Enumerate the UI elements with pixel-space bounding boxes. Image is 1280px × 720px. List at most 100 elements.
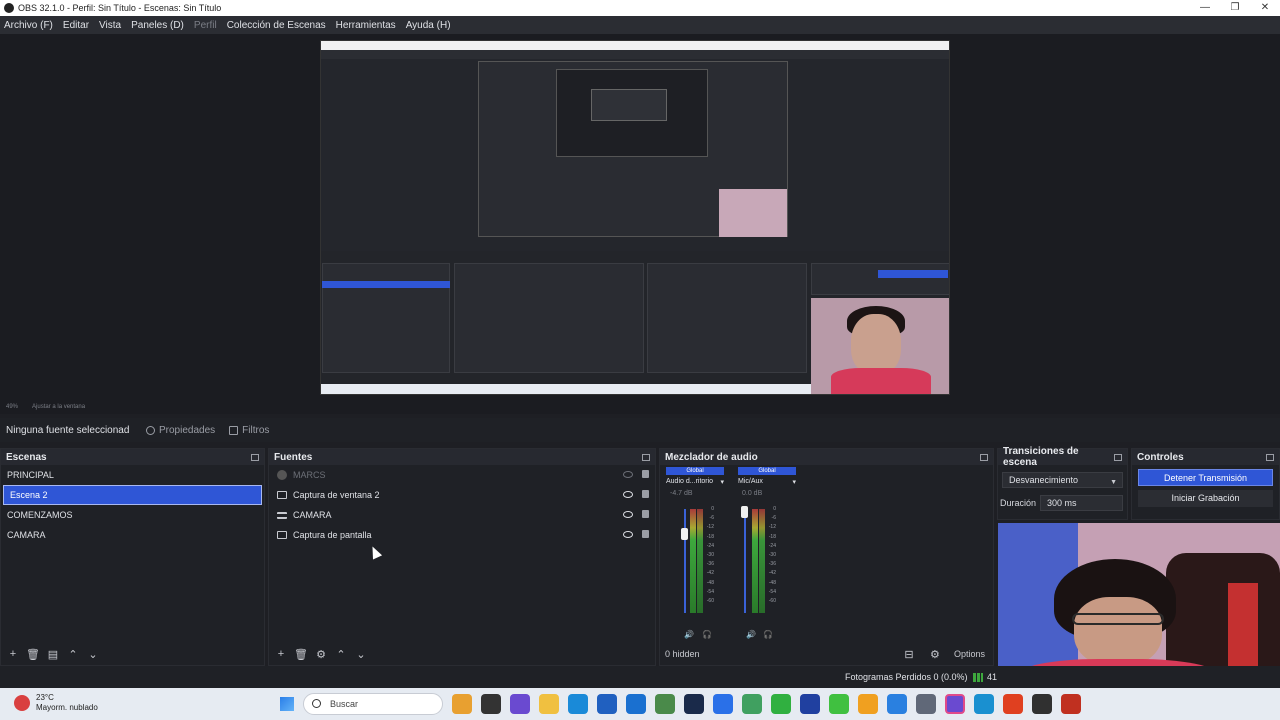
eye-icon[interactable]: [623, 491, 633, 498]
options-dropdown[interactable]: Options: [954, 649, 985, 659]
eye-icon[interactable]: [623, 511, 633, 518]
filters-label: Filtros: [242, 424, 270, 436]
stop-stream-button[interactable]: Detener Transmisión: [1138, 469, 1273, 486]
restore-icon[interactable]: ❐: [1220, 0, 1250, 16]
menu-vista[interactable]: Vista: [99, 20, 121, 31]
app-icon[interactable]: [771, 694, 791, 714]
advanced-audio-icon[interactable]: ⚙: [928, 648, 942, 661]
webcam-overlay: [998, 523, 1280, 687]
task-view-icon[interactable]: [481, 694, 501, 714]
app-icon[interactable]: [510, 694, 530, 714]
properties-button[interactable]: Propiedades: [146, 425, 215, 436]
minimize-icon[interactable]: —: [1190, 0, 1220, 16]
menu-perfil[interactable]: Perfil: [194, 20, 217, 31]
settings-icon[interactable]: [916, 694, 936, 714]
speaker-icon[interactable]: 🔊: [746, 630, 756, 639]
channel-name[interactable]: Mic/Aux ▾: [738, 478, 796, 486]
scene-filters-icon[interactable]: ▤: [46, 648, 60, 661]
move-down-icon[interactable]: ⌄: [354, 648, 368, 661]
scene-item-comenzamos[interactable]: COMENZAMOS: [1, 505, 264, 525]
source-item-marcs[interactable]: MARCS: [269, 465, 655, 485]
app-icon[interactable]: [742, 694, 762, 714]
scene-item-escena-2[interactable]: Escena 2: [3, 485, 262, 505]
game-app-icon[interactable]: [452, 694, 472, 714]
weather-widget[interactable]: 23°C Mayorm. nublado: [14, 693, 98, 713]
nested-stop-stream-button: [878, 270, 948, 278]
eye-hidden-icon[interactable]: [623, 471, 633, 478]
preview-canvas-window-capture[interactable]: [320, 40, 950, 395]
volume-knob-mic[interactable]: [741, 506, 748, 518]
volume-fader-desktop[interactable]: [684, 509, 686, 613]
lock-icon[interactable]: [642, 510, 649, 518]
source-item-camara[interactable]: CAMARA: [269, 505, 655, 525]
source-item-captura-pantalla[interactable]: Captura de pantalla: [269, 525, 655, 545]
menu-coleccion-escenas[interactable]: Colección de Escenas: [227, 20, 326, 31]
add-scene-icon[interactable]: +: [6, 648, 20, 660]
status-extra: 41: [987, 672, 998, 682]
scene-item-camara[interactable]: CAMARA: [1, 525, 264, 545]
nested-scene-selection: [322, 281, 450, 288]
menu-editar[interactable]: Editar: [63, 20, 89, 31]
edge-icon[interactable]: [568, 694, 588, 714]
undock-icon[interactable]: [1114, 453, 1122, 461]
filters-button[interactable]: Filtros: [229, 425, 269, 436]
global-badge[interactable]: Global: [666, 467, 724, 475]
store-icon[interactable]: [597, 694, 617, 714]
undock-icon[interactable]: [1266, 453, 1274, 461]
app-icon[interactable]: [1061, 694, 1081, 714]
lock-icon[interactable]: [642, 470, 649, 478]
start-recording-button[interactable]: Iniciar Grabación: [1138, 490, 1273, 507]
steam-icon[interactable]: [684, 694, 704, 714]
zoom-level[interactable]: 49%: [6, 404, 18, 410]
add-source-icon[interactable]: +: [274, 648, 288, 660]
headphones-icon[interactable]: 🎧: [763, 630, 773, 639]
lock-icon[interactable]: [642, 530, 649, 538]
shield-icon[interactable]: [713, 694, 733, 714]
discord-icon[interactable]: [945, 694, 965, 714]
transition-select[interactable]: Desvanecimiento ▼: [1002, 472, 1123, 488]
volume-knob-desktop[interactable]: [681, 528, 688, 540]
app-icon[interactable]: [887, 694, 907, 714]
move-up-icon[interactable]: ⌃: [334, 648, 348, 661]
program-preview[interactable]: [0, 34, 1280, 400]
source-properties-icon[interactable]: ⚙: [314, 648, 328, 661]
dropped-frames: Fotogramas Perdidos 0 (0.0%): [845, 672, 968, 682]
menu-herramientas[interactable]: Herramientas: [336, 20, 396, 31]
undock-icon[interactable]: [251, 453, 259, 461]
outlook-icon[interactable]: [626, 694, 646, 714]
brave-icon[interactable]: [1003, 694, 1023, 714]
layout-icon[interactable]: ⊟: [902, 648, 916, 661]
scenes-title: Escenas: [6, 451, 47, 463]
channel-name[interactable]: Audio d...ritorio ▾: [666, 478, 724, 486]
close-icon[interactable]: ✕: [1250, 0, 1280, 16]
calculator-icon[interactable]: [655, 694, 675, 714]
remove-scene-icon[interactable]: 🗑: [26, 648, 40, 661]
app-icon[interactable]: [974, 694, 994, 714]
zoom-fit[interactable]: Ajustar a la ventana: [32, 404, 85, 410]
undock-icon[interactable]: [980, 453, 988, 461]
taskbar-search[interactable]: Buscar: [303, 693, 443, 715]
undock-icon[interactable]: [642, 453, 650, 461]
scene-item-principal[interactable]: PRINCIPAL: [1, 465, 264, 485]
lock-icon[interactable]: [642, 490, 649, 498]
app-icon[interactable]: [829, 694, 849, 714]
app-icon[interactable]: [800, 694, 820, 714]
duration-input[interactable]: 300 ms: [1040, 495, 1123, 511]
remove-source-icon[interactable]: 🗑: [294, 648, 308, 661]
menu-archivo[interactable]: Archivo (F): [4, 20, 53, 31]
move-up-icon[interactable]: ⌃: [66, 648, 80, 661]
global-badge[interactable]: Global: [738, 467, 796, 475]
obs-taskbar-icon[interactable]: [1032, 694, 1052, 714]
windows-start-icon[interactable]: [280, 697, 294, 711]
move-down-icon[interactable]: ⌄: [86, 648, 100, 661]
headphones-icon[interactable]: 🎧: [702, 630, 712, 639]
app-icon[interactable]: [858, 694, 878, 714]
file-explorer-icon[interactable]: [539, 694, 559, 714]
volume-fader-mic[interactable]: [744, 509, 746, 613]
nested-scenes-dock: [322, 263, 450, 373]
source-item-captura-ventana-2[interactable]: Captura de ventana 2: [269, 485, 655, 505]
speaker-icon[interactable]: 🔊: [684, 630, 694, 639]
eye-icon[interactable]: [623, 531, 633, 538]
menu-paneles[interactable]: Paneles (D): [131, 20, 184, 31]
menu-ayuda[interactable]: Ayuda (H): [406, 20, 451, 31]
